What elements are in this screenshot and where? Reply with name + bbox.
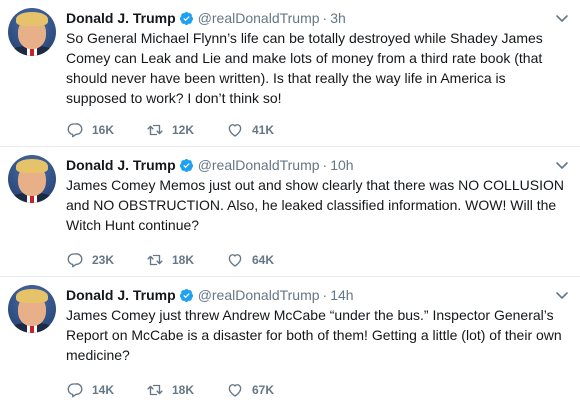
verified-badge-icon xyxy=(179,288,193,302)
like-count: 64K xyxy=(252,253,275,267)
retweet-icon xyxy=(147,254,163,266)
timestamp[interactable]: 14h xyxy=(330,287,353,303)
retweet-button[interactable]: 18K xyxy=(146,381,226,399)
heart-icon xyxy=(228,124,242,137)
tweet[interactable]: Donald J. Trump @realDonaldTrump · 14h J… xyxy=(0,277,580,407)
avatar-tie xyxy=(30,48,34,56)
separator-dot: · xyxy=(322,287,328,303)
timestamp[interactable]: 3h xyxy=(330,10,346,26)
tweet-actions: 14K 18K 67K xyxy=(66,380,306,400)
chevron-down-icon[interactable] xyxy=(554,157,570,173)
reply-icon xyxy=(67,123,83,138)
chevron-down-icon[interactable] xyxy=(554,287,570,303)
display-name[interactable]: Donald J. Trump xyxy=(66,157,176,173)
retweet-count: 18K xyxy=(172,253,195,267)
tweet-actions: 23K 18K 64K xyxy=(66,250,306,270)
reply-icon xyxy=(67,253,83,268)
tweet-header: Donald J. Trump @realDonaldTrump · 10h xyxy=(66,155,354,175)
avatar[interactable] xyxy=(8,8,56,56)
tweet-text: So General Michael Flynn’s life can be t… xyxy=(66,30,543,106)
avatar-tie xyxy=(30,195,34,203)
like-button[interactable]: 67K xyxy=(226,381,306,399)
like-count: 41K xyxy=(252,123,275,137)
reply-button[interactable]: 16K xyxy=(66,121,146,139)
user-handle[interactable]: @realDonaldTrump xyxy=(198,157,320,173)
tweet-header: Donald J. Trump @realDonaldTrump · 3h xyxy=(66,8,346,28)
verified-badge-icon xyxy=(179,11,193,25)
retweet-button[interactable]: 18K xyxy=(146,251,226,269)
display-name[interactable]: Donald J. Trump xyxy=(66,10,176,26)
heart-icon xyxy=(228,254,242,267)
verified-badge-icon xyxy=(179,158,193,172)
like-button[interactable]: 41K xyxy=(226,121,306,139)
avatar-tie xyxy=(30,325,34,333)
reply-count: 23K xyxy=(92,253,115,267)
retweet-icon xyxy=(147,124,163,136)
user-handle[interactable]: @realDonaldTrump xyxy=(198,287,320,303)
tweet-feed: Donald J. Trump @realDonaldTrump · 3h So… xyxy=(0,0,580,407)
like-button[interactable]: 64K xyxy=(226,251,306,269)
like-count: 67K xyxy=(252,383,275,397)
reply-count: 16K xyxy=(92,123,115,137)
heart-icon xyxy=(228,384,242,397)
tweet-actions: 16K 12K 41K xyxy=(66,120,306,140)
avatar[interactable] xyxy=(8,155,56,203)
tweet-header: Donald J. Trump @realDonaldTrump · 14h xyxy=(66,285,354,305)
avatar-hair xyxy=(16,159,48,173)
reply-button[interactable]: 14K xyxy=(66,381,146,399)
avatar-hair xyxy=(16,289,48,303)
tweet-text: James Comey Memos just out and show clea… xyxy=(66,177,564,233)
tweet-text: James Comey just threw Andrew McCabe “un… xyxy=(66,307,562,363)
user-handle[interactable]: @realDonaldTrump xyxy=(198,10,320,26)
timestamp[interactable]: 10h xyxy=(330,157,353,173)
avatar[interactable] xyxy=(8,285,56,333)
retweet-button[interactable]: 12K xyxy=(146,121,226,139)
reply-icon xyxy=(67,383,83,398)
tweet[interactable]: Donald J. Trump @realDonaldTrump · 10h J… xyxy=(0,147,580,277)
separator-dot: · xyxy=(322,10,328,26)
retweet-icon xyxy=(147,384,163,396)
chevron-down-icon[interactable] xyxy=(554,10,570,26)
tweet[interactable]: Donald J. Trump @realDonaldTrump · 3h So… xyxy=(0,0,580,147)
reply-count: 14K xyxy=(92,383,115,397)
reply-button[interactable]: 23K xyxy=(66,251,146,269)
retweet-count: 12K xyxy=(172,123,195,137)
avatar-hair xyxy=(16,12,48,26)
display-name[interactable]: Donald J. Trump xyxy=(66,287,176,303)
separator-dot: · xyxy=(322,157,328,173)
retweet-count: 18K xyxy=(172,383,195,397)
